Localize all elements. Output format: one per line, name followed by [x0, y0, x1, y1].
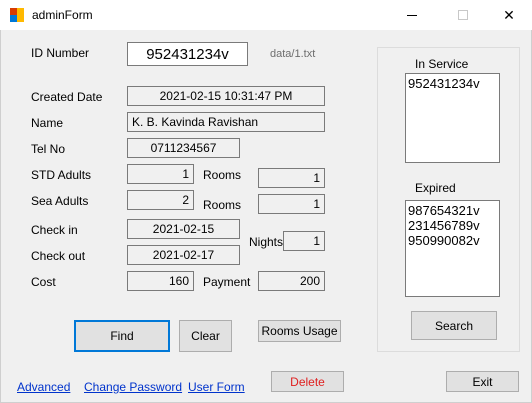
tel-no-field: 0711234567	[127, 138, 240, 158]
list-item[interactable]: 987654321v	[408, 203, 497, 218]
list-item[interactable]: 952431234v	[408, 76, 497, 91]
close-button[interactable]: ✕	[486, 0, 532, 30]
in-service-list[interactable]: 952431234v	[405, 73, 500, 163]
nights-label: Nights	[249, 235, 284, 249]
cost-label: Cost	[31, 275, 56, 289]
check-in-label: Check in	[31, 223, 78, 237]
user-form-link[interactable]: User Form	[188, 380, 245, 394]
rooms-usage-button[interactable]: Rooms Usage	[258, 320, 341, 342]
maximize-icon	[458, 10, 468, 20]
expired-list[interactable]: 987654321v 231456789v 950990082v	[405, 200, 500, 297]
created-date-field: 2021-02-15 10:31:47 PM	[127, 86, 325, 106]
title-bar: adminForm ✕	[0, 0, 532, 30]
minimize-button[interactable]	[389, 0, 435, 30]
std-rooms-field: 1	[258, 168, 325, 188]
sea-rooms-label: Rooms	[203, 198, 242, 212]
sea-rooms-field: 1	[258, 194, 325, 214]
delete-button[interactable]: Delete	[271, 371, 344, 392]
payment-field: 200	[258, 271, 325, 291]
advanced-link[interactable]: Advanced	[17, 380, 70, 394]
list-item[interactable]: 231456789v	[408, 218, 497, 233]
name-field: K. B. Kavinda Ravishan	[127, 112, 325, 132]
maximize-button	[440, 0, 486, 30]
search-button[interactable]: Search	[411, 311, 497, 340]
check-out-label: Check out	[31, 249, 86, 263]
close-icon: ✕	[503, 7, 515, 23]
in-service-label: In Service	[415, 57, 469, 71]
check-in-field: 2021-02-15	[127, 219, 240, 239]
nights-field: 1	[283, 231, 325, 251]
expired-label: Expired	[415, 181, 456, 195]
name-label: Name	[31, 116, 64, 130]
check-out-field: 2021-02-17	[127, 245, 240, 265]
list-item[interactable]: 950990082v	[408, 233, 497, 248]
app-icon	[10, 8, 24, 22]
sea-adults-field: 2	[127, 190, 194, 210]
sea-adults-label: Sea Adults	[31, 194, 89, 208]
std-rooms-label: Rooms	[203, 168, 242, 182]
window-title: adminForm	[32, 8, 93, 22]
file-path-label: data/1.txt	[270, 48, 316, 60]
std-adults-label: STD Adults	[31, 168, 92, 182]
clear-button[interactable]: Clear	[179, 320, 232, 352]
std-adults-field: 1	[127, 164, 194, 184]
id-number-label: ID Number	[31, 46, 90, 60]
created-date-label: Created Date	[31, 90, 103, 104]
payment-label: Payment	[203, 275, 251, 289]
exit-button[interactable]: Exit	[446, 371, 519, 392]
minimize-icon	[407, 14, 417, 16]
change-password-link[interactable]: Change Password	[84, 380, 182, 394]
id-number-input[interactable]	[127, 42, 248, 66]
tel-no-label: Tel No	[31, 142, 66, 156]
cost-field: 160	[127, 271, 194, 291]
find-button[interactable]: Find	[74, 320, 170, 352]
